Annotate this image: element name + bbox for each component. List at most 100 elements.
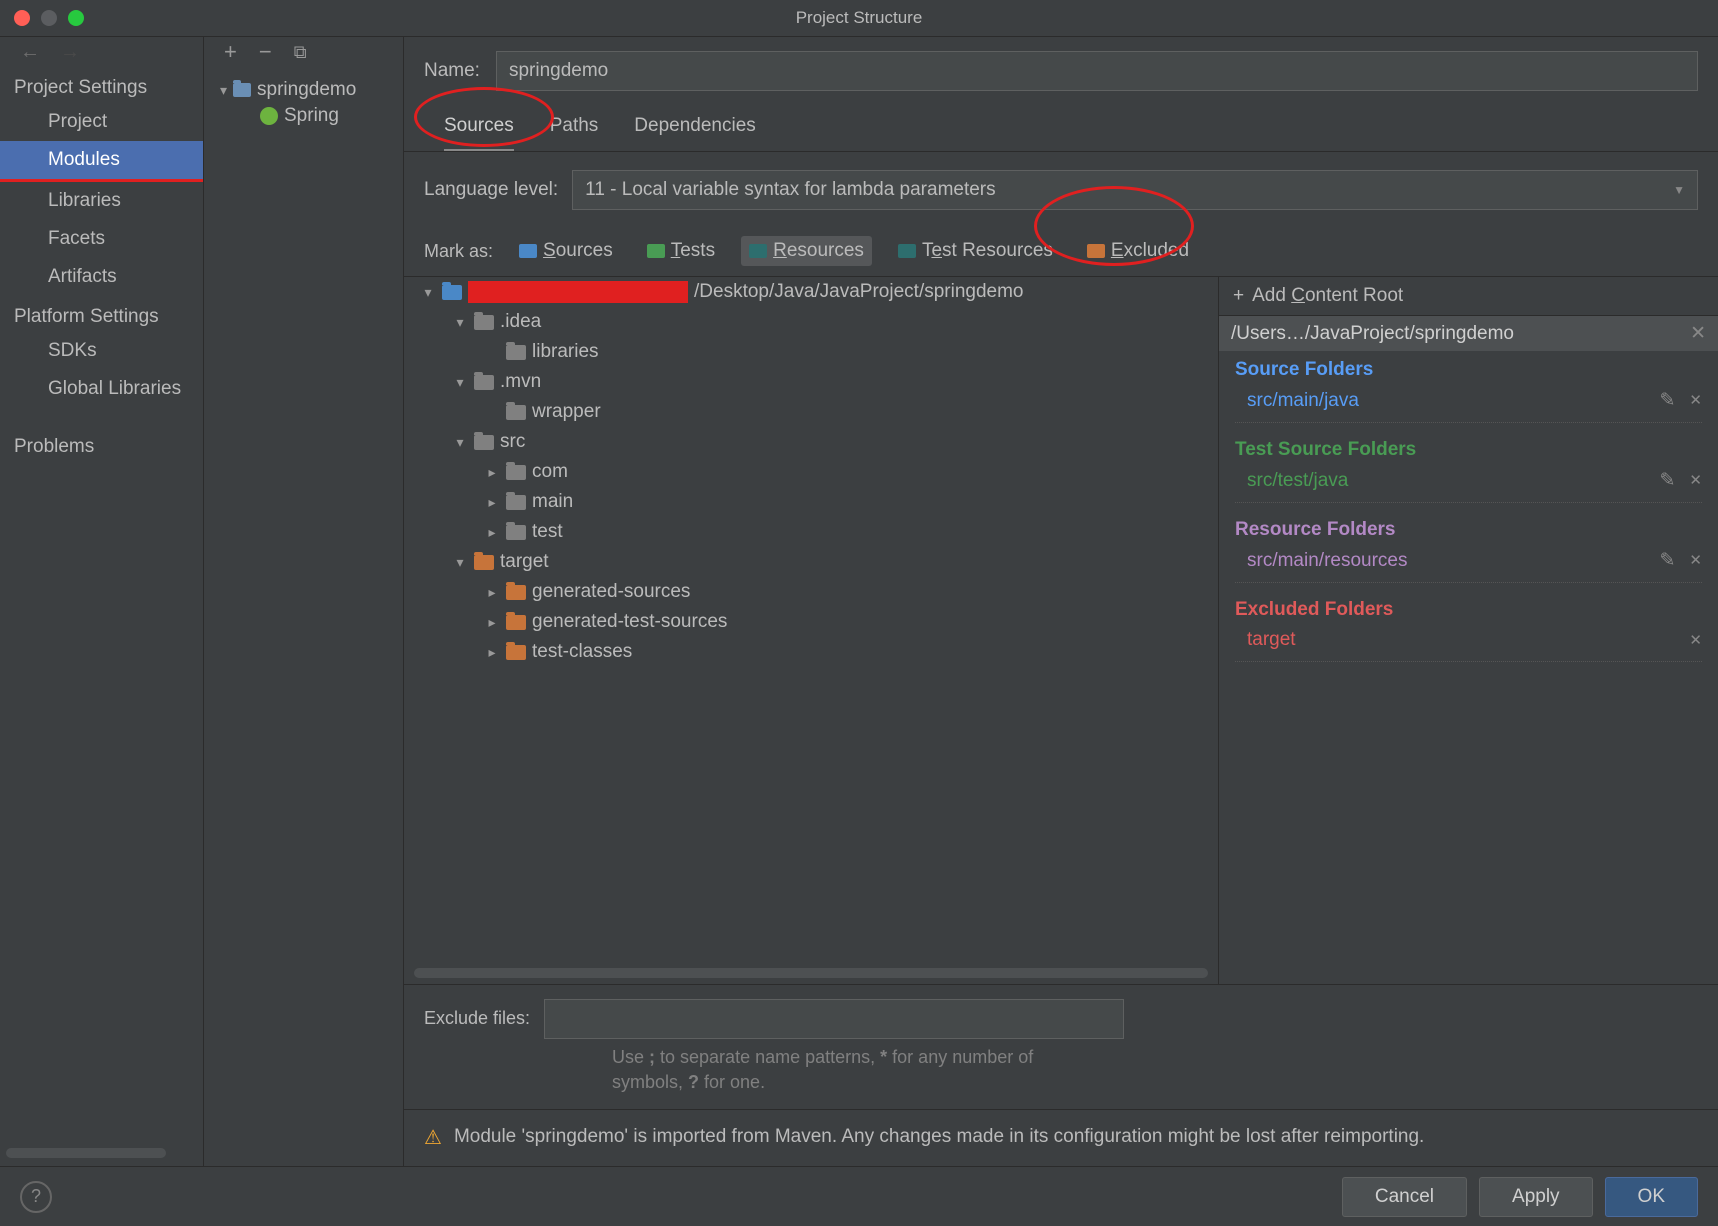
folder-icon <box>233 83 251 97</box>
help-button[interactable]: ? <box>20 1181 52 1213</box>
remove-icon[interactable] <box>1689 469 1702 492</box>
maximize-icon[interactable] <box>68 10 84 26</box>
remove-root-icon[interactable]: ✕ <box>1690 322 1706 345</box>
mark-resources[interactable]: Resources <box>741 236 872 266</box>
mark-sources[interactable]: Sources <box>511 236 621 266</box>
folder-icon <box>506 585 526 600</box>
exclude-files-label: Exclude files: <box>424 1008 530 1029</box>
name-label: Name: <box>424 60 480 82</box>
tree-node[interactable]: ▾target <box>404 547 1218 577</box>
folder-item[interactable]: target <box>1235 625 1702 662</box>
file-tree: ▾ /Desktop/Java/JavaProject/springdemo ▾… <box>404 277 1218 984</box>
copy-icon[interactable]: ⧉ <box>294 42 307 63</box>
tree-node-label: .mvn <box>500 371 541 393</box>
content-root-header: /Users…/JavaProject/springdemo ✕ <box>1219 316 1718 351</box>
tree-node[interactable]: ▸ main <box>404 487 1218 517</box>
titlebar: Project Structure <box>0 0 1718 36</box>
tree-scrollbar[interactable] <box>414 968 1208 978</box>
apply-button[interactable]: Apply <box>1479 1177 1593 1217</box>
folder-section-title: Resource Folders <box>1235 519 1702 541</box>
content-root-path: /Users…/JavaProject/springdemo <box>1231 323 1514 345</box>
folder-green-icon <box>647 244 665 258</box>
add-content-root-button[interactable]: + Add Content Root <box>1219 277 1718 316</box>
folder-teal-icon <box>749 244 767 258</box>
module-spring[interactable]: Spring <box>204 103 403 129</box>
mark-tests[interactable]: Tests <box>639 236 723 266</box>
add-icon[interactable]: + <box>224 39 237 65</box>
tree-node[interactable]: ▸generated-sources <box>404 577 1218 607</box>
minimize-icon[interactable] <box>41 10 57 26</box>
nav-project[interactable]: Project <box>0 103 203 141</box>
mark-excluded[interactable]: Excluded <box>1079 236 1197 266</box>
folder-item-path: src/main/java <box>1247 390 1359 412</box>
nav-facets[interactable]: Facets <box>0 220 203 258</box>
tree-node-label: com <box>532 461 568 483</box>
chevron-down-icon: ▼ <box>1673 183 1685 197</box>
close-icon[interactable] <box>14 10 30 26</box>
tree-node[interactable]: ▸com <box>404 457 1218 487</box>
nav-problems[interactable]: Problems <box>0 428 203 466</box>
nav-scrollbar[interactable] <box>6 1148 166 1158</box>
module-column: + − ⧉ ▾ springdemo Spring <box>204 37 404 1166</box>
remove-icon[interactable] <box>1689 629 1702 651</box>
mark-as-label: Mark as: <box>424 241 493 262</box>
tab-sources[interactable]: Sources <box>444 109 514 151</box>
tree-node[interactable]: ▾src <box>404 427 1218 457</box>
exclude-files-input[interactable] <box>544 999 1124 1039</box>
folder-orange-icon <box>1087 244 1105 258</box>
nav-libraries[interactable]: Libraries <box>0 182 203 220</box>
folder-icon <box>474 315 494 330</box>
redacted-path <box>468 281 688 303</box>
tree-node[interactable]: ▸generated-test-sources <box>404 607 1218 637</box>
tree-node-label: wrapper <box>532 401 601 423</box>
chevron-icon: ▸ <box>484 524 500 541</box>
remove-icon[interactable] <box>1689 389 1702 412</box>
tree-node[interactable]: ▾.mvn <box>404 367 1218 397</box>
folder-icon <box>506 645 526 660</box>
chevron-down-icon: ▾ <box>220 82 227 99</box>
language-level-select[interactable]: 11 - Local variable syntax for lambda pa… <box>572 170 1698 210</box>
folder-icon <box>506 615 526 630</box>
tree-node-label: generated-test-sources <box>532 611 727 633</box>
tree-node-label: main <box>532 491 573 513</box>
remove-icon[interactable]: − <box>259 39 272 65</box>
folder-item-path: src/main/resources <box>1247 550 1408 572</box>
edit-icon[interactable] <box>1660 549 1676 572</box>
mark-test-resources[interactable]: Test Resources <box>890 236 1061 266</box>
language-level-value: 11 - Local variable syntax for lambda pa… <box>585 179 995 201</box>
folder-section-title: Source Folders <box>1235 359 1702 381</box>
forward-icon[interactable]: → <box>60 41 80 64</box>
edit-icon[interactable] <box>1660 469 1676 492</box>
folder-item[interactable]: src/main/resources <box>1235 545 1702 583</box>
tree-node[interactable]: ▾.idea <box>404 307 1218 337</box>
folder-item[interactable]: src/test/java <box>1235 465 1702 503</box>
warning-text: Module 'springdemo' is imported from Mav… <box>454 1124 1424 1151</box>
folder-icon <box>442 285 462 300</box>
folder-teal-icon <box>898 244 916 258</box>
edit-icon[interactable] <box>1660 389 1676 412</box>
tree-node[interactable]: libraries <box>404 337 1218 367</box>
module-root[interactable]: ▾ springdemo <box>204 77 403 103</box>
tab-paths[interactable]: Paths <box>550 109 599 151</box>
nav-global-libraries[interactable]: Global Libraries <box>0 370 203 408</box>
ok-button[interactable]: OK <box>1605 1177 1698 1217</box>
tree-node[interactable]: ▸test <box>404 517 1218 547</box>
tree-root[interactable]: ▾ /Desktop/Java/JavaProject/springdemo <box>404 277 1218 307</box>
tree-node[interactable]: wrapper <box>404 397 1218 427</box>
nav-modules[interactable]: Modules <box>0 141 203 182</box>
tree-node[interactable]: ▸test-classes <box>404 637 1218 667</box>
chevron-icon: ▸ <box>484 494 500 511</box>
left-nav: ← → Project Settings Project Modules Lib… <box>0 37 204 1166</box>
tab-dependencies[interactable]: Dependencies <box>634 109 755 151</box>
window-title: Project Structure <box>796 8 923 28</box>
folder-item[interactable]: src/main/java <box>1235 385 1702 423</box>
content-root-panel: + Add Content Root /Users…/JavaProject/s… <box>1218 277 1718 984</box>
folder-section-title: Test Source Folders <box>1235 439 1702 461</box>
nav-sdks[interactable]: SDKs <box>0 332 203 370</box>
tree-node-label: .idea <box>500 311 541 333</box>
nav-artifacts[interactable]: Artifacts <box>0 258 203 296</box>
back-icon[interactable]: ← <box>20 41 40 64</box>
name-input[interactable] <box>496 51 1698 91</box>
cancel-button[interactable]: Cancel <box>1342 1177 1467 1217</box>
remove-icon[interactable] <box>1689 549 1702 572</box>
